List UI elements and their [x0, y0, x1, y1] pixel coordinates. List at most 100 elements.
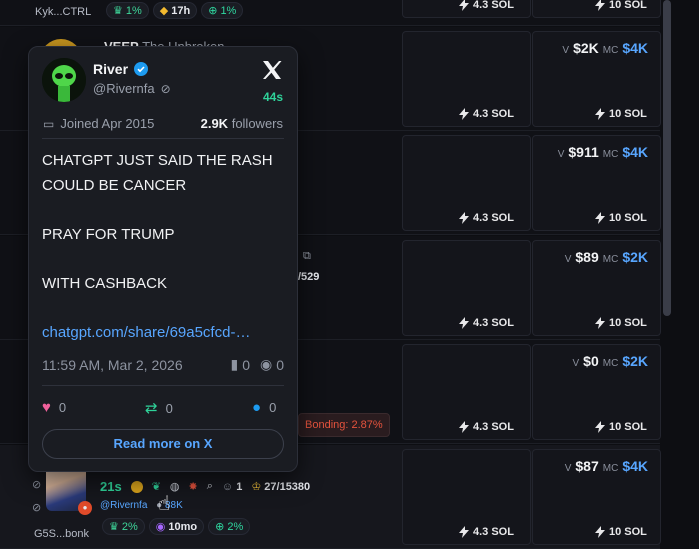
stat-pill: ♛ 1%	[106, 2, 149, 19]
user-icon: ☺	[221, 480, 234, 493]
quick-buy-button[interactable]: 4.3 SOL	[459, 212, 514, 224]
quick-buy-button[interactable]: 10 SOL	[595, 108, 647, 120]
quick-buy-cell: V $87 MC $4K 10 SOL	[532, 449, 661, 545]
target-icon: ⊕	[215, 521, 225, 533]
views-stat: ◉ 0	[259, 356, 284, 373]
lightning-icon	[595, 526, 605, 538]
quick-buy-button[interactable]: 10 SOL	[595, 0, 647, 11]
reply-action[interactable]: ● 0	[252, 399, 276, 416]
fire-icon[interactable]: ✸	[189, 480, 198, 493]
lightning-icon	[595, 0, 605, 11]
followers-count: 2.9K followers	[200, 116, 283, 131]
scrollbar[interactable]	[663, 0, 671, 316]
x-logo-icon[interactable]	[261, 59, 283, 81]
quick-buy-cell: V $89 MC $2K 10 SOL	[532, 240, 661, 336]
lightning-icon	[459, 0, 469, 11]
globe-icon[interactable]: ◍	[170, 480, 180, 493]
lightning-icon	[459, 317, 469, 329]
hidden-icon[interactable]: ⊘	[32, 478, 41, 491]
market-stats: V $87 MC $4K	[564, 458, 648, 474]
quick-buy-cell: V $0 MC $2K 10 SOL	[532, 344, 661, 440]
crown-stat: ♔ 27/15380	[251, 481, 311, 493]
tweet-text: CHATGPT JUST SAID THE RASH COULD BE CANC…	[42, 149, 288, 345]
quick-buy-button[interactable]: 4.3 SOL	[459, 108, 514, 120]
quick-buy-cell: 4.3 SOL	[402, 135, 531, 231]
like-action[interactable]: ♥ 0	[42, 399, 66, 416]
lightning-icon	[595, 108, 605, 120]
quick-buy-button[interactable]: 10 SOL	[595, 526, 647, 538]
token-age: 21s	[100, 479, 122, 494]
bookmark-stat: ▮ 0	[230, 356, 250, 373]
retweet-action[interactable]: ⇄ 0	[145, 399, 173, 417]
eye-icon: ◉	[259, 356, 273, 372]
token-address-label: Kyk...CTRL	[35, 6, 92, 18]
quick-buy-cell: 4.3 SOL	[402, 0, 531, 18]
lightning-icon	[459, 212, 469, 224]
heart-icon: ♥	[42, 399, 51, 416]
calendar-icon: ▭	[43, 116, 55, 131]
lightning-icon	[459, 526, 469, 538]
stat-pill: ♛ 2%	[102, 518, 145, 535]
stat-pill: ◆ 17h	[152, 2, 198, 19]
cursor-icon: ☝	[158, 493, 171, 515]
bookmark-icon: ▮	[230, 356, 239, 372]
chef-icon: ♛	[113, 5, 123, 17]
lightning-icon	[459, 421, 469, 433]
stat-pill: ⊕ 2%	[208, 518, 251, 535]
copy-icon[interactable]: ⧉	[303, 250, 311, 263]
tweet-link[interactable]: chatgpt.com/share/69a5cfcd-…	[42, 321, 282, 346]
profile-avatar[interactable]	[42, 58, 86, 102]
quick-buy-cell: 4.3 SOL	[402, 344, 531, 440]
verified-badge-icon	[134, 62, 149, 76]
search-icon[interactable]: ⌕	[207, 480, 213, 493]
eye-off-icon[interactable]: ⊘	[161, 82, 171, 96]
bonding-badge: Bonding: 2.87%	[298, 413, 390, 437]
market-stats: V $911 MC $4K	[557, 144, 648, 160]
alien-avatar-icon	[42, 58, 86, 102]
market-stats: V $89 MC $2K	[564, 249, 648, 265]
quick-buy-button[interactable]: 4.3 SOL	[459, 421, 514, 433]
twitter-hover-card: River @Rivernfa ⊘ 44s ▭ Joined Apr 2015 …	[28, 46, 298, 472]
hidden-icon[interactable]: ⊘	[32, 501, 41, 514]
fire-icon: ●	[78, 501, 92, 515]
retweet-icon: ⇄	[145, 400, 158, 417]
stat-pill: ⊕ 1%	[201, 2, 244, 19]
token-row[interactable]: Kyk...CTRL ♛ 1% ◆ 17h ⊕ 1% 4.3 SOL 10 SOL	[0, 0, 661, 26]
quick-buy-button[interactable]: 4.3 SOL	[459, 317, 514, 329]
holders-text: /529	[298, 271, 320, 283]
token-address-label[interactable]: G5S...bonk	[34, 528, 89, 540]
bundle-icon: ◉	[155, 521, 166, 533]
tweet-timestamp: 11:59 AM, Mar 2, 2026	[42, 356, 183, 373]
token-meta: 21s ❦ ◍ ✸ ⌕ ☺ 1 ♔ 27/15380	[100, 479, 310, 494]
market-stats: V $0 MC $2K	[572, 353, 649, 369]
market-stats: V $2K MC $4K	[562, 40, 648, 56]
lightning-icon	[595, 212, 605, 224]
chef-icon: ♛	[109, 521, 119, 533]
quick-buy-button[interactable]: 10 SOL	[595, 212, 647, 224]
tweet-meta: 11:59 AM, Mar 2, 2026 ▮ 0 ◉ 0	[42, 356, 284, 373]
joined-date: ▭ Joined Apr 2015	[43, 116, 155, 131]
comment-icon: ●	[252, 399, 262, 416]
quick-buy-cell: V $911 MC $4K 10 SOL	[532, 135, 661, 231]
stat-pill: ◉ 10mo	[148, 518, 205, 535]
quick-buy-button[interactable]: 4.3 SOL	[459, 526, 514, 538]
quick-buy-button[interactable]: 10 SOL	[595, 421, 647, 433]
read-more-button[interactable]: Read more on X	[42, 429, 284, 459]
creator-link[interactable]: @Rivernfa ● 88K	[100, 500, 183, 511]
lightning-icon	[459, 108, 469, 120]
binance-icon: ◆	[159, 5, 169, 17]
pump-icon[interactable]	[130, 480, 143, 493]
crown-icon: ♔	[251, 481, 262, 493]
quick-buy-cell: V $2K MC $4K 10 SOL	[532, 31, 661, 127]
quick-buy-cell: 4.3 SOL	[402, 31, 531, 127]
quick-buy-cell: 4.3 SOL	[402, 449, 531, 545]
divider	[42, 385, 284, 386]
profile-handle[interactable]: @Rivernfa ⊘	[93, 81, 171, 96]
lightning-icon	[595, 317, 605, 329]
quick-buy-button[interactable]: 10 SOL	[595, 317, 647, 329]
profile-name[interactable]: River	[93, 61, 149, 77]
quick-buy-button[interactable]: 4.3 SOL	[459, 0, 514, 11]
target-icon: ⊕	[208, 5, 218, 17]
quick-buy-cell: 10 SOL	[532, 0, 661, 18]
divider	[42, 138, 284, 139]
